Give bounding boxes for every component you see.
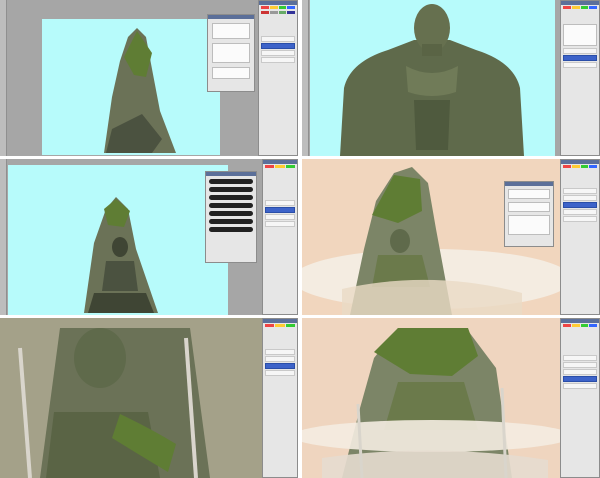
stage-6-pane — [302, 318, 600, 478]
brushes-panel[interactable] — [207, 14, 255, 92]
photoshop-painting-stages-grid — [0, 0, 600, 478]
layers-panel[interactable] — [258, 0, 298, 156]
stage-1-pane — [0, 0, 298, 156]
layers-panel[interactable] — [560, 0, 600, 156]
brush-preset-icon[interactable] — [212, 23, 250, 39]
canvas-stage-6 — [302, 318, 560, 478]
toolbox-icon[interactable] — [0, 0, 7, 156]
brush-preset-icon[interactable] — [508, 215, 550, 235]
brush-settings-panel[interactable] — [504, 181, 554, 247]
canvas-stage-3 — [8, 165, 228, 315]
toolbox-icon[interactable] — [0, 159, 7, 315]
layers-panel[interactable] — [560, 318, 600, 478]
stage-5-pane — [0, 318, 298, 478]
canvas-stage-5 — [0, 318, 262, 478]
canvas-stage-2 — [310, 0, 555, 156]
stage-4-pane — [302, 159, 600, 315]
brush-preset-icon[interactable] — [563, 24, 597, 46]
stage-3-pane — [0, 159, 298, 315]
canvas-stage-1 — [42, 19, 220, 155]
layers-panel[interactable] — [262, 159, 298, 315]
toolbox-icon[interactable] — [302, 0, 309, 156]
brush-presets-panel[interactable] — [205, 171, 257, 263]
layers-panel[interactable] — [560, 159, 600, 315]
stage-2-pane — [302, 0, 600, 156]
layers-panel[interactable] — [262, 318, 298, 478]
